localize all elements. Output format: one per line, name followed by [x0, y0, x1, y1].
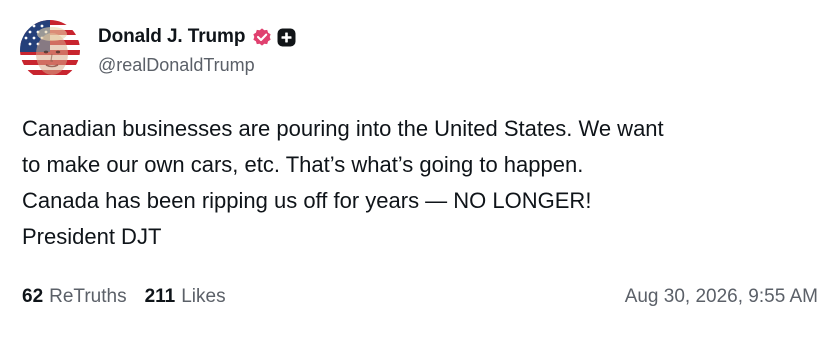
author-avatar[interactable]: [20, 20, 80, 80]
post-header: Donald J. Trump @realDonaldTrump: [20, 20, 296, 80]
likes-count: 211: [144, 286, 176, 307]
post-text: Canadian businesses are pouring into the…: [22, 116, 664, 249]
flag-face-avatar-icon: [20, 20, 80, 80]
author-name-row: Donald J. Trump: [98, 24, 296, 50]
retruths-stat[interactable]: 62 ReTruths: [22, 286, 127, 308]
verified-badge-icon: [252, 27, 272, 47]
author-identity: Donald J. Trump @realDonaldTrump: [98, 24, 296, 76]
retruths-count: 62: [22, 286, 44, 307]
likes-label: Likes: [181, 286, 226, 307]
retruths-label: ReTruths: [49, 286, 127, 307]
likes-stat[interactable]: 211 Likes: [145, 286, 226, 308]
post-timestamp[interactable]: Aug 30, 2026, 9:55 AM: [625, 286, 818, 308]
truth-post: Donald J. Trump @realDonaldTrump Canadia…: [0, 0, 840, 337]
post-footer: 62 ReTruths 211 Likes Aug 30, 2026, 9:55…: [22, 283, 818, 311]
plus-badge-icon: [277, 28, 296, 47]
author-handle[interactable]: @realDonaldTrump: [98, 55, 296, 76]
author-display-name[interactable]: Donald J. Trump: [98, 26, 245, 48]
